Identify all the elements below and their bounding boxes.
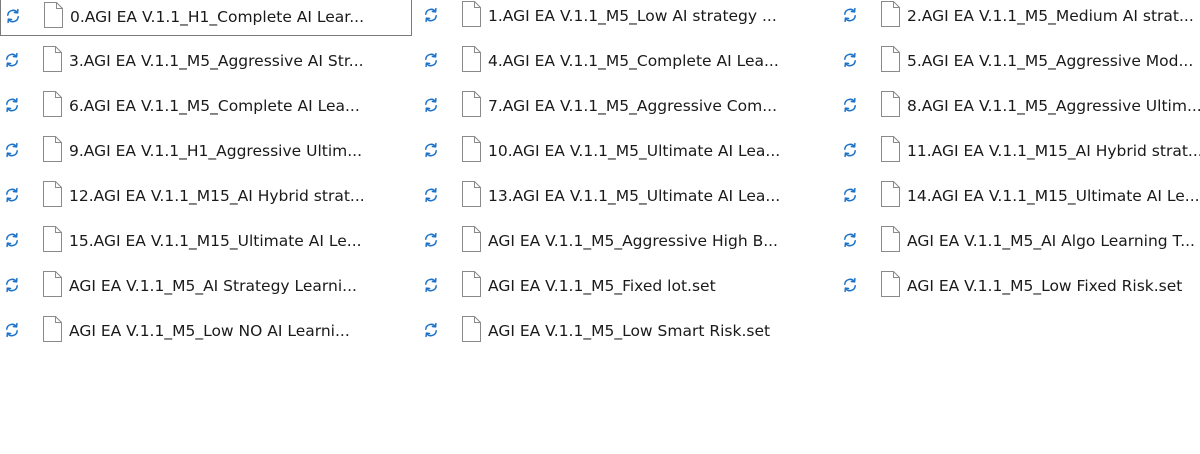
document-icon: [43, 226, 62, 252]
file-item[interactable]: AGI EA V.1.1_M5_AI Strategy Learni...: [0, 268, 412, 306]
file-item[interactable]: 9.AGI EA V.1.1_H1_Aggressive Ultim...: [0, 133, 412, 171]
file-name: AGI EA V.1.1_M5_AI Strategy Learni...: [69, 277, 357, 295]
sync-icon: [4, 277, 20, 293]
file-item[interactable]: 1.AGI EA V.1.1_M5_Low AI strategy ...: [419, 0, 831, 36]
sync-icon: [842, 142, 858, 158]
document-icon: [43, 316, 62, 342]
sync-icon: [4, 322, 20, 338]
file-name: 1.AGI EA V.1.1_M5_Low AI strategy ...: [488, 7, 777, 25]
document-icon: [881, 91, 900, 117]
document-icon: [44, 2, 63, 28]
file-item[interactable]: AGI EA V.1.1_M5_Fixed lot.set: [419, 268, 831, 306]
document-icon: [462, 181, 481, 207]
document-icon: [43, 46, 62, 72]
file-item[interactable]: 0.AGI EA V.1.1_H1_Complete AI Lear...: [0, 0, 412, 36]
sync-icon: [423, 97, 439, 113]
file-name: 3.AGI EA V.1.1_M5_Aggressive AI Str...: [69, 52, 364, 70]
document-icon: [881, 226, 900, 252]
file-item[interactable]: 8.AGI EA V.1.1_M5_Aggressive Ultim...: [838, 88, 1200, 126]
file-name: 11.AGI EA V.1.1_M15_AI Hybrid strat...: [907, 142, 1200, 160]
file-name: AGI EA V.1.1_M5_AI Algo Learning T...: [907, 232, 1195, 250]
file-item[interactable]: AGI EA V.1.1_M5_Aggressive High B...: [419, 223, 831, 261]
file-item[interactable]: AGI EA V.1.1_M5_Low Fixed Risk.set: [838, 268, 1200, 306]
document-icon: [462, 316, 481, 342]
file-name: 8.AGI EA V.1.1_M5_Aggressive Ultim...: [907, 97, 1200, 115]
sync-icon: [5, 8, 21, 24]
file-item[interactable]: 13.AGI EA V.1.1_M5_Ultimate AI Lea...: [419, 178, 831, 216]
sync-icon: [842, 232, 858, 248]
file-name: AGI EA V.1.1_M5_Aggressive High B...: [488, 232, 778, 250]
sync-icon: [4, 232, 20, 248]
file-item[interactable]: AGI EA V.1.1_M5_AI Algo Learning T...: [838, 223, 1200, 261]
file-name: 5.AGI EA V.1.1_M5_Aggressive Mod...: [907, 52, 1194, 70]
sync-icon: [4, 97, 20, 113]
file-item[interactable]: 15.AGI EA V.1.1_M15_Ultimate AI Le...: [0, 223, 412, 261]
sync-icon: [423, 277, 439, 293]
document-icon: [462, 46, 481, 72]
file-name: AGI EA V.1.1_M5_Low Smart Risk.set: [488, 322, 771, 340]
document-icon: [881, 46, 900, 72]
sync-icon: [842, 52, 858, 68]
document-icon: [462, 91, 481, 117]
document-icon: [462, 136, 481, 162]
sync-icon: [842, 7, 858, 23]
file-name: 10.AGI EA V.1.1_M5_Ultimate AI Lea...: [488, 142, 781, 160]
file-item[interactable]: 3.AGI EA V.1.1_M5_Aggressive AI Str...: [0, 43, 412, 81]
file-name: 15.AGI EA V.1.1_M15_Ultimate AI Le...: [69, 232, 362, 250]
file-name: 2.AGI EA V.1.1_M5_Medium AI strat...: [907, 7, 1194, 25]
sync-icon: [4, 142, 20, 158]
sync-icon: [423, 7, 439, 23]
sync-icon: [4, 187, 20, 203]
file-item[interactable]: 5.AGI EA V.1.1_M5_Aggressive Mod...: [838, 43, 1200, 81]
document-icon: [43, 91, 62, 117]
file-name: 12.AGI EA V.1.1_M15_AI Hybrid strat...: [69, 187, 365, 205]
file-name: 0.AGI EA V.1.1_H1_Complete AI Lear...: [70, 8, 365, 26]
sync-icon: [842, 187, 858, 203]
file-item[interactable]: 11.AGI EA V.1.1_M15_AI Hybrid strat...: [838, 133, 1200, 171]
file-grid: 0.AGI EA V.1.1_H1_Complete AI Lear... 1.A…: [0, 0, 1200, 454]
file-item[interactable]: 7.AGI EA V.1.1_M5_Aggressive Com...: [419, 88, 831, 126]
file-name: 4.AGI EA V.1.1_M5_Complete AI Lea...: [488, 52, 779, 70]
file-name: AGI EA V.1.1_M5_Low Fixed Risk.set: [907, 277, 1183, 295]
document-icon: [881, 271, 900, 297]
file-item[interactable]: 4.AGI EA V.1.1_M5_Complete AI Lea...: [419, 43, 831, 81]
file-name: 13.AGI EA V.1.1_M5_Ultimate AI Lea...: [488, 187, 781, 205]
document-icon: [462, 1, 481, 27]
document-icon: [43, 136, 62, 162]
file-item[interactable]: 12.AGI EA V.1.1_M15_AI Hybrid strat...: [0, 178, 412, 216]
file-name: AGI EA V.1.1_M5_Low NO AI Learni...: [69, 322, 350, 340]
sync-icon: [423, 52, 439, 68]
file-name: 14.AGI EA V.1.1_M15_Ultimate AI Le...: [907, 187, 1200, 205]
document-icon: [43, 181, 62, 207]
file-item[interactable]: 14.AGI EA V.1.1_M15_Ultimate AI Le...: [838, 178, 1200, 216]
document-icon: [881, 1, 900, 27]
file-item[interactable]: AGI EA V.1.1_M5_Low Smart Risk.set: [419, 313, 831, 351]
file-name: 6.AGI EA V.1.1_M5_Complete AI Lea...: [69, 97, 360, 115]
document-icon: [881, 181, 900, 207]
sync-icon: [4, 52, 20, 68]
sync-icon: [842, 97, 858, 113]
file-name: 9.AGI EA V.1.1_H1_Aggressive Ultim...: [69, 142, 363, 160]
file-item[interactable]: AGI EA V.1.1_M5_Low NO AI Learni...: [0, 313, 412, 351]
document-icon: [881, 136, 900, 162]
file-item[interactable]: 2.AGI EA V.1.1_M5_Medium AI strat...: [838, 0, 1200, 36]
file-name: 7.AGI EA V.1.1_M5_Aggressive Com...: [488, 97, 777, 115]
document-icon: [462, 226, 481, 252]
file-item[interactable]: 6.AGI EA V.1.1_M5_Complete AI Lea...: [0, 88, 412, 126]
sync-icon: [842, 277, 858, 293]
sync-icon: [423, 142, 439, 158]
sync-icon: [423, 322, 439, 338]
sync-icon: [423, 232, 439, 248]
sync-icon: [423, 187, 439, 203]
document-icon: [43, 271, 62, 297]
file-item[interactable]: 10.AGI EA V.1.1_M5_Ultimate AI Lea...: [419, 133, 831, 171]
document-icon: [462, 271, 481, 297]
file-name: AGI EA V.1.1_M5_Fixed lot.set: [488, 277, 716, 295]
